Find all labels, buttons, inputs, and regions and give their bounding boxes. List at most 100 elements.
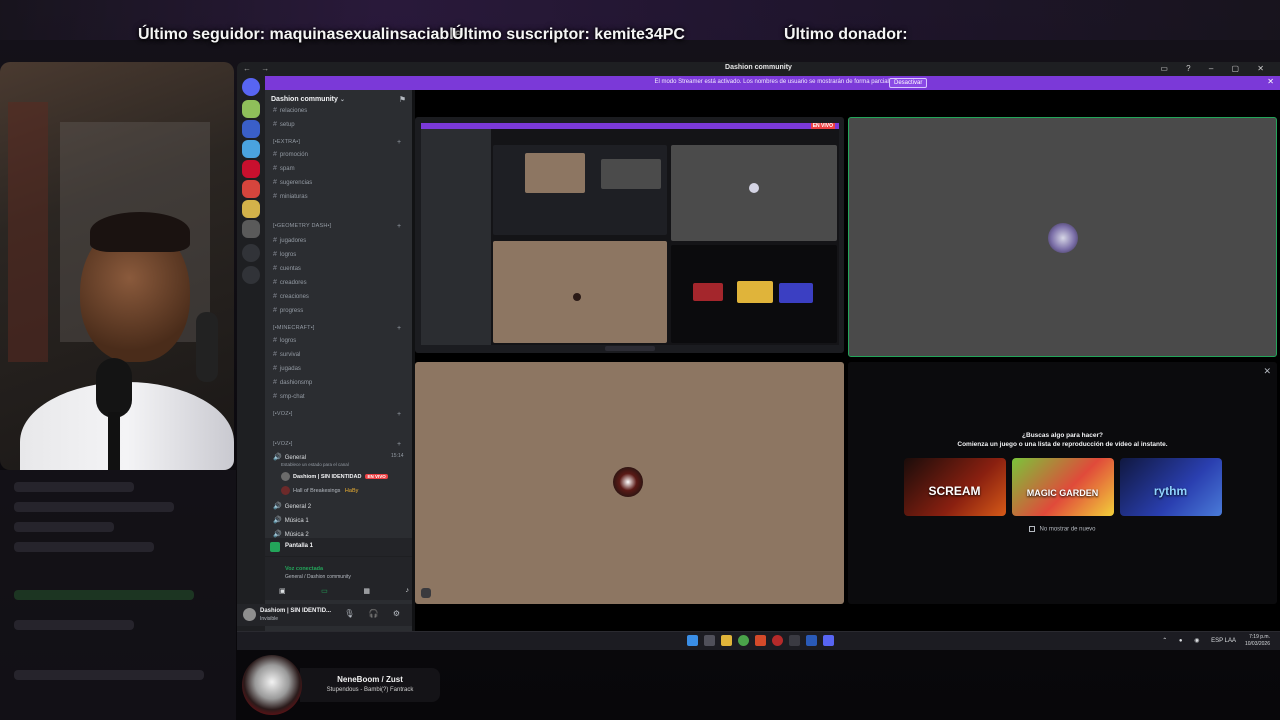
- channel-item[interactable]: # promoción: [273, 151, 308, 163]
- app-icon[interactable]: [789, 635, 800, 646]
- activity-card-label: rythm: [1153, 484, 1188, 498]
- windows-start-icon[interactable]: [687, 635, 698, 646]
- avatar[interactable]: [243, 608, 256, 621]
- add-channel-icon[interactable]: +: [397, 441, 401, 448]
- window-titlebar: ← → Dashion community ▭ ? – ▢ ✕: [237, 62, 1280, 76]
- add-channel-icon[interactable]: +: [397, 325, 401, 332]
- dont-show-again-checkbox[interactable]: No mostrar de nuevo: [848, 526, 1277, 533]
- obs-icon[interactable]: [772, 635, 783, 646]
- channel-item[interactable]: # creadores: [273, 279, 307, 291]
- channel-item[interactable]: # dashionsmp: [273, 379, 312, 391]
- server-icon[interactable]: [242, 160, 260, 178]
- channel-item[interactable]: # logros: [273, 337, 296, 349]
- voice-connected-panel: Voz conectada General / Dashion communit…: [265, 556, 412, 600]
- category-header[interactable]: [•EXTRA•] +: [273, 139, 401, 151]
- activities-icon[interactable]: ▦: [363, 587, 370, 595]
- server-icon[interactable]: [242, 200, 260, 218]
- hash-icon: #: [273, 379, 277, 386]
- screen-share-panel[interactable]: Pantalla 1: [265, 538, 412, 556]
- category-header[interactable]: [•GEOMETRY DASH•] +: [273, 223, 401, 235]
- user-controls[interactable]: 🎙 🎧 ⚙: [344, 609, 406, 618]
- hash-icon: #: [273, 121, 277, 128]
- hash-icon: #: [273, 193, 277, 200]
- chevron-down-icon: ⌄: [339, 97, 345, 103]
- expand-icon[interactable]: [421, 588, 431, 598]
- category-header[interactable]: [•VOZ•] +: [273, 411, 401, 423]
- avatar: [281, 486, 290, 495]
- voice-user[interactable]: Dashiom | SIN IDENTIDAD EN VIVO: [281, 472, 388, 484]
- channel-item[interactable]: # logros: [273, 251, 296, 263]
- game-character-icon: [613, 467, 643, 497]
- discord-home-icon[interactable]: [242, 78, 260, 96]
- user-name[interactable]: Dashiom | SIN IDENTID...: [260, 608, 331, 614]
- voice-channel-music-1[interactable]: 🔊 Música 1: [273, 516, 309, 528]
- server-icon[interactable]: [242, 100, 260, 118]
- discord-icon[interactable]: [823, 635, 834, 646]
- last-follower-label: Último seguidor: maquinasexualinsaciable: [138, 26, 463, 43]
- stream-tile[interactable]: EN VIVO: [415, 117, 844, 353]
- category-header[interactable]: [•MINECRAFT•] +: [273, 325, 401, 337]
- activity-card[interactable]: MAGIC GARDEN: [1011, 458, 1114, 516]
- voice-channel-general-2[interactable]: 🔊 General 2: [273, 502, 311, 514]
- window-controls[interactable]: ▭ ? – ▢ ✕: [1160, 64, 1272, 73]
- clock[interactable]: 7:19 p.m. 10/03/2026: [1245, 634, 1270, 648]
- add-channel-icon[interactable]: +: [397, 139, 401, 146]
- channel-item[interactable]: # cuentas: [273, 265, 301, 277]
- screen-share-icon[interactable]: ▭: [321, 587, 328, 595]
- app-icon[interactable]: [806, 635, 817, 646]
- activity-card[interactable]: rythm: [1119, 458, 1222, 516]
- category-label: [•MINECRAFT•]: [273, 325, 315, 331]
- channel-item[interactable]: # creaciones: [273, 293, 309, 305]
- add-server-icon[interactable]: [242, 244, 260, 262]
- system-tray[interactable]: ⌃ ● ◉ ESP LAA: [1162, 637, 1236, 644]
- activity-card-label: SCREAM: [928, 484, 981, 498]
- voice-connected-title[interactable]: Voz conectada: [285, 566, 323, 572]
- server-name-header[interactable]: Dashion community ⌄: [271, 96, 345, 103]
- brave-icon[interactable]: [755, 635, 766, 646]
- stream-tile[interactable]: [848, 117, 1277, 357]
- banner-close-icon[interactable]: ✕: [1267, 77, 1274, 86]
- server-icon[interactable]: [242, 140, 260, 158]
- channel-item[interactable]: # miniaturas: [273, 193, 308, 205]
- soundboard-icon[interactable]: ♪: [405, 587, 409, 595]
- hash-icon: #: [273, 337, 277, 344]
- channel-item[interactable]: # setup: [273, 121, 295, 133]
- deactivate-button[interactable]: Desactivar: [889, 78, 928, 88]
- channel-label: spam: [279, 166, 295, 172]
- channel-item[interactable]: # sugerencias: [273, 179, 312, 191]
- add-channel-icon[interactable]: +: [397, 411, 401, 418]
- activity-card[interactable]: SCREAM: [903, 458, 1006, 516]
- camera-icon[interactable]: ▣: [279, 587, 286, 595]
- invite-icon[interactable]: ⚑: [399, 95, 406, 104]
- channel-label: logros: [279, 338, 297, 344]
- channel-item[interactable]: # progress: [273, 307, 303, 319]
- discord-window: ← → Dashion community ▭ ? – ▢ ✕ El modo …: [237, 62, 1280, 650]
- avatar: [281, 472, 290, 481]
- search-icon[interactable]: [704, 635, 715, 646]
- channel-item[interactable]: # survival: [273, 351, 300, 363]
- add-channel-icon[interactable]: +: [397, 223, 401, 230]
- channel-item[interactable]: # relaciones: [273, 107, 307, 119]
- server-icon[interactable]: [242, 220, 260, 238]
- voice-user[interactable]: Hall of Breakesings HaBy: [281, 486, 358, 498]
- channel-item[interactable]: # jugadas: [273, 365, 301, 377]
- channel-label: creaciones: [279, 294, 309, 300]
- stream-tile[interactable]: [415, 362, 844, 604]
- close-icon[interactable]: ✕: [1263, 366, 1271, 377]
- channel-item[interactable]: # spam: [273, 165, 295, 177]
- language-indicator[interactable]: ESP LAA: [1211, 638, 1236, 644]
- server-icon[interactable]: [242, 180, 260, 198]
- chrome-icon[interactable]: [738, 635, 749, 646]
- channel-item[interactable]: # jugadores: [273, 237, 306, 249]
- channel-label: progress: [279, 308, 304, 314]
- category-header[interactable]: [•VOZ•] +: [273, 441, 401, 453]
- file-explorer-icon[interactable]: [721, 635, 732, 646]
- discover-icon[interactable]: [242, 266, 260, 284]
- channel-item[interactable]: # smp-chat: [273, 393, 305, 405]
- channel-label: sugerencias: [279, 180, 313, 186]
- category-label: [•VOZ•]: [273, 411, 293, 417]
- live-badge: EN VIVO: [365, 473, 388, 479]
- category-label: [•GEOMETRY DASH•]: [273, 223, 332, 229]
- channel-label: jugadores: [279, 238, 307, 244]
- server-icon[interactable]: [242, 120, 260, 138]
